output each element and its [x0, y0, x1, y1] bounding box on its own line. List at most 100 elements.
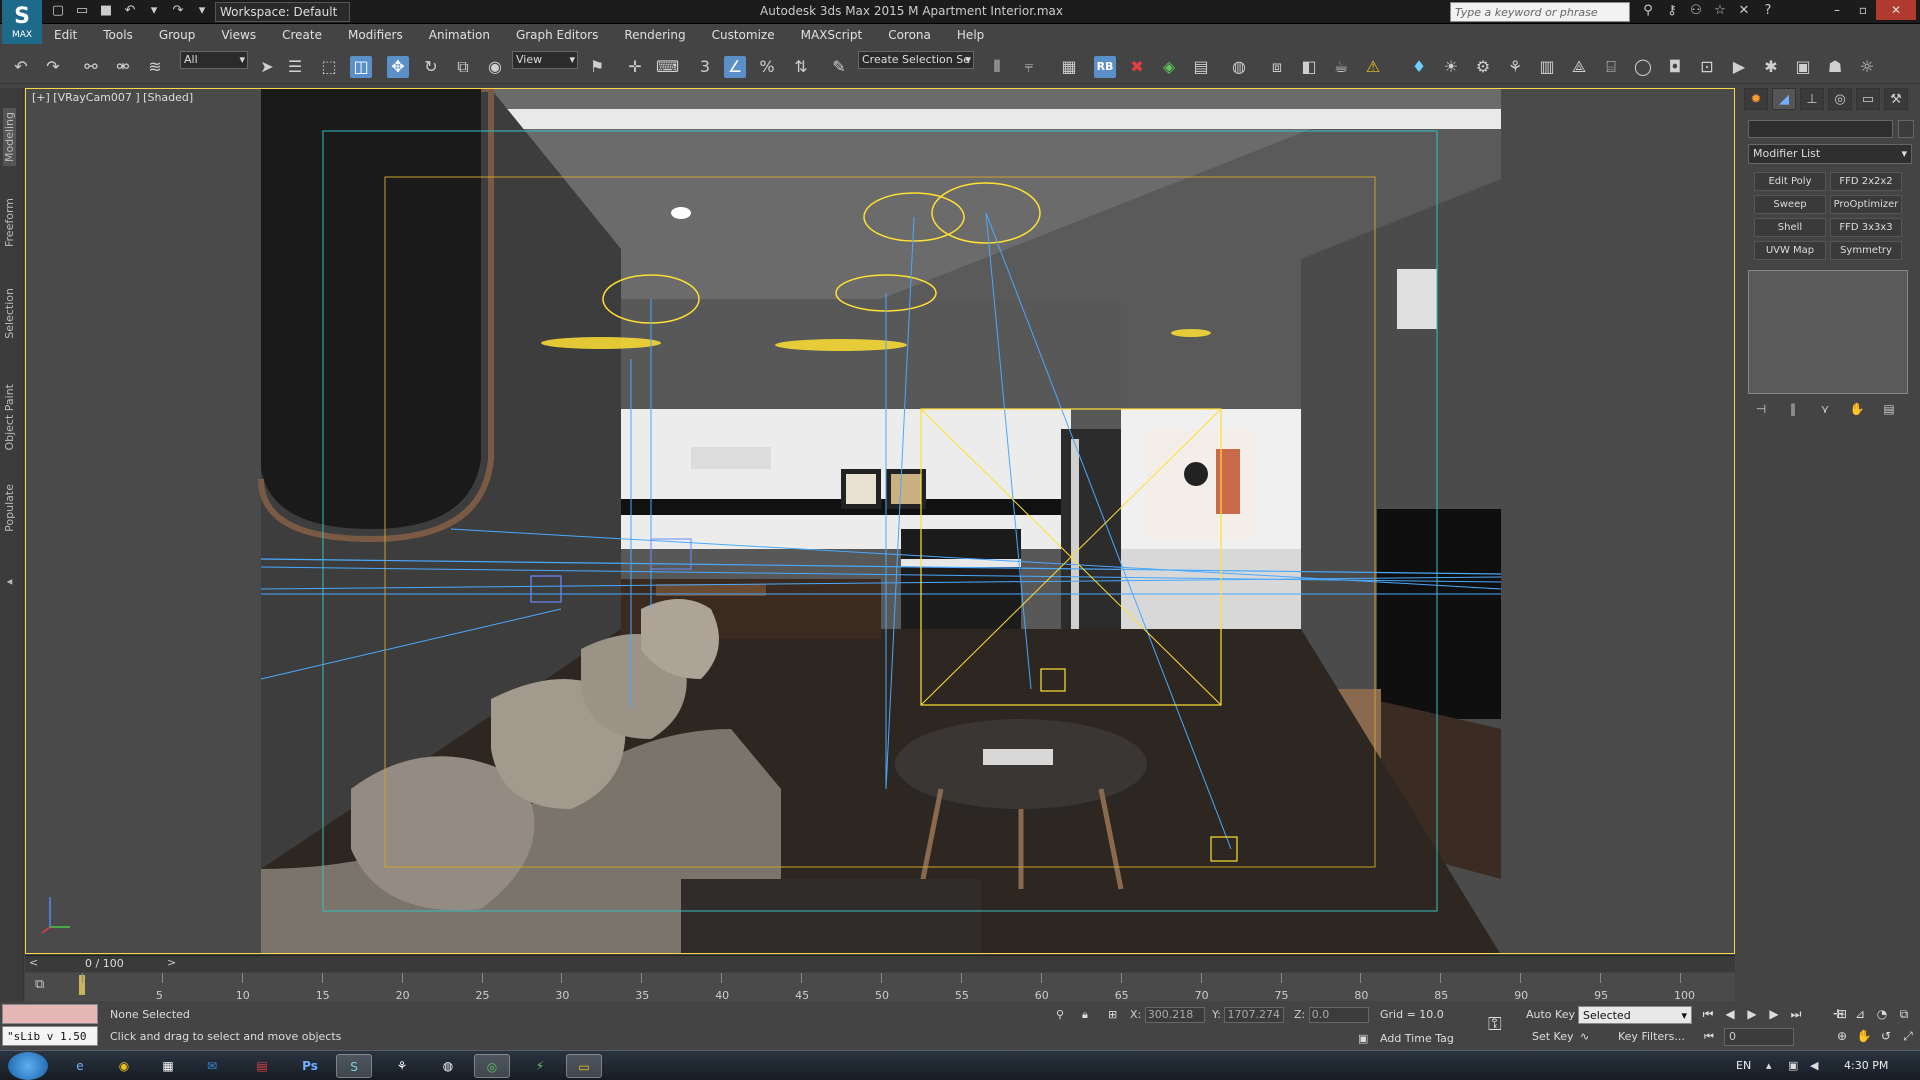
ie-taskbar-icon[interactable]: e [62, 1054, 98, 1078]
redo-icon[interactable]: ↷ [170, 2, 186, 20]
track-bar[interactable]: ⧉ 5 10 15 20 25 30 35 40 45 50 55 60 65 70 75 80 85 90 95 1… [25, 973, 1735, 1002]
menu-modifiers[interactable]: Modifiers [348, 28, 403, 42]
modifier-button[interactable]: FFD 3x3x3 [1830, 218, 1902, 237]
angle-snap-icon[interactable]: ∠ [724, 56, 746, 78]
orbit-icon[interactable]: ↺ [1878, 1028, 1894, 1044]
start-button[interactable] [8, 1052, 48, 1080]
binoculars-icon[interactable]: ⚲ [1640, 3, 1656, 21]
proxy-icon[interactable]: ⚙ [1472, 56, 1494, 78]
redo-dropdown-icon[interactable]: ▾ [194, 2, 210, 20]
sphere-icon[interactable]: ◯ [1632, 56, 1654, 78]
viewport-camera[interactable]: [+] [VRayCam007 ] [Shaded] [25, 88, 1735, 954]
zoom-extents-icon[interactable]: ⧉ [1896, 1006, 1912, 1022]
align-icon[interactable]: ⫧ [1018, 56, 1040, 78]
motion-tab-icon[interactable]: ◎ [1828, 88, 1852, 110]
plane-icon[interactable]: ⟁ [1568, 56, 1590, 78]
select-object-icon[interactable]: ➤ [256, 56, 278, 78]
key-mode-toggle-icon[interactable]: ⏮ [1704, 1028, 1714, 1046]
pan-icon[interactable]: ✋ [1856, 1028, 1872, 1044]
particle-icon[interactable]: ✱ [1760, 56, 1782, 78]
tray-network-icon[interactable]: ▣ [1788, 1059, 1798, 1072]
render-region-icon[interactable]: ⊡ [1696, 56, 1718, 78]
next-frame-icon[interactable]: ▶ [1766, 1006, 1782, 1022]
utilities-tab-icon[interactable]: ⚒ [1884, 88, 1908, 110]
modifier-button[interactable]: ProOptimizer [1830, 195, 1902, 214]
absolute-mode-icon[interactable]: ⊞ [1108, 1006, 1117, 1024]
key-mode-dropdown[interactable]: Selected [1578, 1006, 1692, 1025]
ribbon-expand-icon[interactable]: ▸ [3, 576, 16, 589]
schematic-view-icon[interactable]: ⧈ [1266, 56, 1288, 78]
menu-maxscript[interactable]: MAXScript [801, 28, 863, 42]
ribbon-tab-modeling[interactable]: Modeling [3, 108, 16, 167]
light-lister-icon[interactable]: ☼ [1856, 56, 1878, 78]
menu-group[interactable]: Group [159, 28, 196, 42]
modify-tab-icon[interactable]: ◢ [1772, 88, 1796, 110]
x-input[interactable] [1144, 1006, 1205, 1023]
key-filters-button[interactable]: Key Filters... [1618, 1028, 1685, 1046]
menu-help[interactable]: Help [957, 28, 984, 42]
move-icon[interactable]: ✥ [387, 56, 409, 78]
pivot-center-icon[interactable]: ⚑ [586, 56, 608, 78]
set-key-toggle-icon[interactable]: ⚿ [1488, 1016, 1502, 1034]
redo-icon[interactable]: ↷ [42, 56, 64, 78]
previous-frame-icon[interactable]: ◀ [1722, 1006, 1738, 1022]
new-file-icon[interactable]: ▢ [50, 2, 66, 20]
mini-curve-editor-icon[interactable]: ⧉ [35, 977, 55, 995]
explorer-taskbar-icon[interactable]: ▭ [566, 1054, 602, 1078]
window-icon[interactable]: ▣ [1792, 56, 1814, 78]
render-frame-icon[interactable]: ◘ [1664, 56, 1686, 78]
rb-plugin-icon[interactable]: RB [1094, 56, 1116, 78]
scale-icon[interactable]: ⧉ [452, 56, 474, 78]
menu-customize[interactable]: Customize [712, 28, 775, 42]
modifier-button[interactable]: Sweep [1754, 195, 1826, 214]
scene-render[interactable] [26, 89, 1735, 954]
make-unique-icon[interactable]: ⋎ [1816, 402, 1834, 420]
ribbon-tab-populate[interactable]: Populate [3, 484, 16, 532]
graphite-ribbon-icon[interactable]: ▤ [1190, 56, 1212, 78]
frame-buffer-icon[interactable]: ▥ [1536, 56, 1558, 78]
outlook-taskbar-icon[interactable]: ✉ [194, 1054, 230, 1078]
exchange-icon[interactable]: ✕ [1736, 3, 1752, 21]
set-key-button[interactable]: Set Key [1532, 1028, 1574, 1046]
select-by-name-icon[interactable]: ☰ [284, 56, 306, 78]
percent-snap-icon[interactable]: % [756, 56, 778, 78]
help-icon[interactable]: ? [1760, 3, 1776, 21]
placement-icon[interactable]: ◉ [484, 56, 506, 78]
maximize-viewport-icon[interactable]: ⤢ [1900, 1028, 1916, 1044]
mirror-icon[interactable]: ⫴ [986, 56, 1008, 78]
y-input[interactable] [1224, 1006, 1285, 1023]
render-setup-icon[interactable]: ☕ [1330, 56, 1352, 78]
ribbon-tab-object-paint[interactable]: Object Paint [3, 384, 16, 451]
save-file-icon[interactable]: ■ [98, 2, 114, 20]
menu-edit[interactable]: Edit [54, 28, 77, 42]
layer-manager-icon[interactable]: ◈ [1158, 56, 1180, 78]
remove-modifier-icon[interactable]: ✋ [1848, 402, 1866, 420]
language-indicator[interactable]: EN [1736, 1059, 1751, 1072]
snap-toggle-icon[interactable]: 3 [694, 56, 716, 78]
menu-tools[interactable]: Tools [103, 28, 133, 42]
add-time-tag-button[interactable]: Add Time Tag [1380, 1032, 1454, 1045]
isolate-icon[interactable]: ⚲ [1056, 1006, 1064, 1024]
viewport-label[interactable]: [+] [VRayCam007 ] [Shaded] [32, 91, 193, 104]
modifier-button[interactable]: Symmetry [1830, 241, 1902, 260]
menu-graph-editors[interactable]: Graph Editors [516, 28, 598, 42]
ribbon-tab-selection[interactable]: Selection [3, 288, 16, 339]
warning-icon[interactable]: ⚠ [1362, 56, 1384, 78]
modifier-list-dropdown[interactable]: Modifier List [1748, 144, 1912, 164]
maxscript-mini-listener[interactable]: "sLib v 1.50 [2, 1026, 98, 1046]
bind-spacewarp-icon[interactable]: ≋ [144, 56, 166, 78]
z-input[interactable] [1308, 1006, 1369, 1023]
manipulate-icon[interactable]: ✛ [624, 56, 646, 78]
close-button[interactable]: ✕ [1876, 0, 1916, 20]
menu-create[interactable]: Create [282, 28, 322, 42]
tray-volume-icon[interactable]: ◀ [1810, 1059, 1818, 1072]
app2-taskbar-icon[interactable]: ⚘ [384, 1054, 420, 1078]
menu-animation[interactable]: Animation [429, 28, 490, 42]
render-icon[interactable]: ▶ [1728, 56, 1750, 78]
modifier-button[interactable]: FFD 2x2x2 [1830, 172, 1902, 191]
search-input[interactable]: Type a keyword or phrase [1450, 2, 1630, 22]
pdf-taskbar-icon[interactable]: ▤ [244, 1054, 280, 1078]
selection-filter-dropdown[interactable]: All [180, 51, 248, 69]
sun-icon[interactable]: ☀ [1440, 56, 1462, 78]
field-of-view-icon[interactable]: ⊿ [1852, 1006, 1868, 1022]
